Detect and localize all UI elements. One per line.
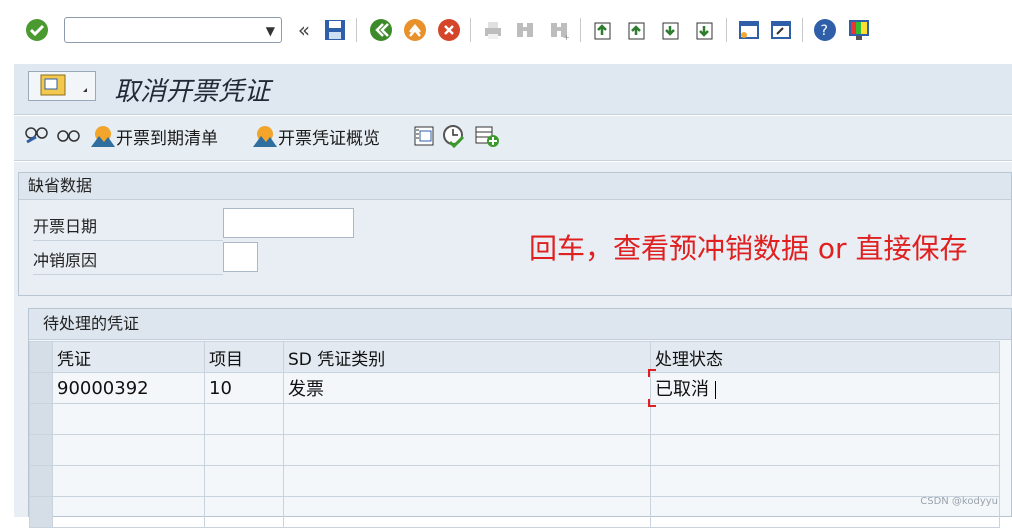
document-list-icon[interactable] <box>412 124 436 148</box>
help-icon[interactable]: ? <box>812 17 838 43</box>
enter-check-icon[interactable] <box>24 17 50 43</box>
col-item[interactable]: 项目 <box>204 341 284 373</box>
system-toolbar: ▼ « + ? <box>0 0 1012 62</box>
billing-date-input[interactable] <box>223 208 354 238</box>
watermark: CSDN @kodyyu <box>920 496 998 507</box>
cancel-icon[interactable] <box>436 17 462 43</box>
empty-cell[interactable] <box>650 434 1000 466</box>
last-page-icon[interactable] <box>692 17 718 43</box>
table-row <box>29 465 1000 497</box>
chevron-down-icon[interactable]: ▼ <box>266 24 275 38</box>
pending-docs-table: 凭证 项目 SD 凭证类别 处理状态 90000392 10 发票 已取消 <box>29 341 1000 528</box>
next-page-icon[interactable] <box>658 17 684 43</box>
empty-cell[interactable] <box>52 496 205 528</box>
exit-icon[interactable] <box>402 17 428 43</box>
clock-check-icon[interactable] <box>442 124 466 148</box>
pending-docs-header: 待处理的凭证 <box>29 309 1011 340</box>
double-chevron-left-icon[interactable]: « <box>291 17 317 43</box>
empty-cell[interactable] <box>283 496 651 528</box>
focus-corner-top <box>648 369 656 377</box>
page-title: 取消开票凭证 <box>114 77 271 107</box>
billing-due-list-label: 开票到期清单 <box>116 129 218 149</box>
empty-cell[interactable] <box>52 434 205 466</box>
billing-date-label: 开票日期 <box>33 213 223 241</box>
shortcut-icon[interactable] <box>768 17 794 43</box>
select-all-cell[interactable] <box>29 341 53 373</box>
processing-status-cell[interactable]: 已取消 <box>648 369 1000 407</box>
svg-text:+: + <box>563 33 570 41</box>
command-field[interactable]: ▼ <box>64 17 282 43</box>
empty-cell[interactable] <box>52 465 205 497</box>
empty-cell[interactable] <box>283 465 651 497</box>
mountain-icon <box>91 125 115 147</box>
find-next-icon[interactable]: + <box>546 17 572 43</box>
row-selector[interactable] <box>29 465 53 497</box>
cancel-reason-input[interactable] <box>223 242 258 272</box>
row-selector[interactable] <box>29 434 53 466</box>
document-cell[interactable]: 90000392 <box>52 372 205 404</box>
table-row <box>29 434 1000 466</box>
billing-doc-overview-button[interactable]: 开票凭证概览 <box>252 124 380 149</box>
prev-page-icon[interactable] <box>624 17 650 43</box>
text-cursor <box>714 381 716 399</box>
customize-layout-icon[interactable] <box>846 17 872 43</box>
empty-cell[interactable] <box>204 496 284 528</box>
table-row: 90000392 10 发票 已取消 <box>29 369 1000 407</box>
empty-cell[interactable] <box>204 403 284 435</box>
application-toolbar: 开票到期清单 开票凭证概览 <box>14 116 1012 161</box>
billing-due-list-button[interactable]: 开票到期清单 <box>90 124 218 149</box>
empty-cell[interactable] <box>52 403 205 435</box>
table-header-row: 凭证 项目 SD 凭证类别 处理状态 <box>29 341 1000 373</box>
title-bar: 取消开票凭证 <box>14 64 1012 115</box>
mountain-icon <box>253 125 277 147</box>
print-icon[interactable] <box>480 17 506 43</box>
display-glasses-icon[interactable] <box>24 124 50 148</box>
sd-doc-category-cell[interactable]: 发票 <box>283 372 651 404</box>
empty-cell[interactable] <box>283 434 651 466</box>
col-processing-status[interactable]: 处理状态 <box>650 341 1000 373</box>
col-sd-doc-category[interactable]: SD 凭证类别 <box>283 341 651 373</box>
item-cell[interactable]: 10 <box>204 372 284 404</box>
table-row <box>29 403 1000 435</box>
row-selector[interactable] <box>29 372 53 404</box>
empty-cell[interactable] <box>204 434 284 466</box>
row-selector[interactable] <box>29 496 53 528</box>
defaults-header: 缺省数据 <box>19 173 1011 200</box>
new-session-icon[interactable] <box>736 17 762 43</box>
empty-cell[interactable] <box>204 465 284 497</box>
empty-cell[interactable] <box>650 403 1000 435</box>
processing-status-value: 已取消 <box>655 379 709 400</box>
pending-docs-panel: 待处理的凭证 凭证 项目 SD 凭证类别 处理状态 90000392 10 发票… <box>28 308 1012 528</box>
display-glasses-alt-icon[interactable] <box>56 124 82 148</box>
billing-doc-overview-label: 开票凭证概览 <box>278 129 380 149</box>
row-selector[interactable] <box>29 403 53 435</box>
svg-text:?: ? <box>821 23 828 39</box>
annotation-note: 回车，查看预冲销数据 or 直接保存 <box>529 232 968 265</box>
focus-corner-bottom <box>648 399 656 407</box>
back-icon[interactable] <box>368 17 394 43</box>
save-icon[interactable] <box>322 17 348 43</box>
defaults-group: 缺省数据 开票日期 冲销原因 回车，查看预冲销数据 or 直接保存 <box>18 172 1012 296</box>
first-page-icon[interactable] <box>590 17 616 43</box>
add-row-icon[interactable] <box>474 124 500 148</box>
main-content: 缺省数据 开票日期 冲销原因 回车，查看预冲销数据 or 直接保存 待处理的凭证… <box>14 162 1012 528</box>
cancel-reason-label: 冲销原因 <box>33 247 223 275</box>
empty-cell[interactable] <box>650 465 1000 497</box>
table-row <box>29 496 1000 528</box>
menu-button[interactable] <box>28 71 96 101</box>
col-document[interactable]: 凭证 <box>52 341 205 373</box>
empty-cell[interactable] <box>283 403 651 435</box>
find-icon[interactable] <box>512 17 538 43</box>
